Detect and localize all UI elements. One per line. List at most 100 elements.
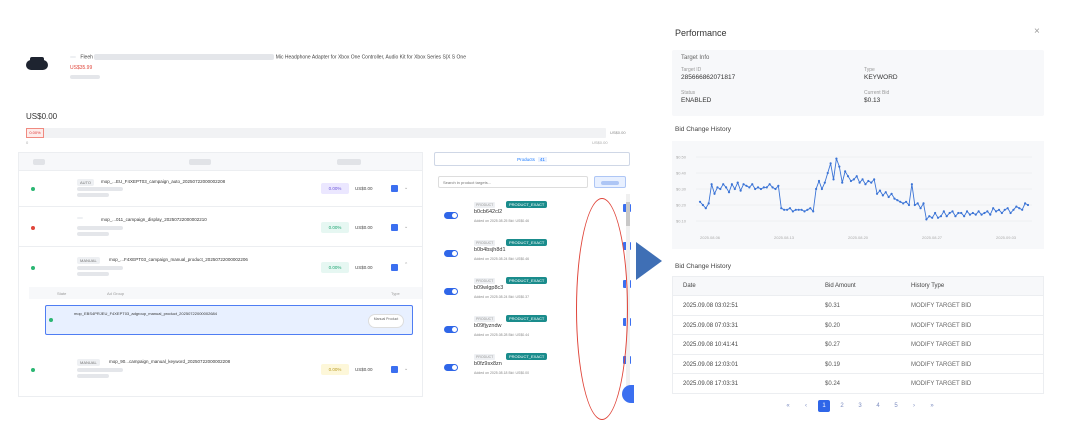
data-point	[1012, 208, 1015, 211]
data-point	[1006, 207, 1009, 210]
data-point	[704, 207, 707, 210]
status-dot	[31, 266, 35, 270]
prev-page-button[interactable]: ‹	[800, 400, 812, 412]
product-meta	[70, 74, 100, 79]
edit-icon[interactable]	[391, 366, 398, 373]
data-point	[907, 203, 911, 207]
campaign-name[interactable]: mop_90...campaign_manual_keyword_2025072…	[109, 359, 230, 364]
target-toggle[interactable]	[444, 250, 458, 257]
bid-value: US$0.00	[355, 186, 373, 191]
scrollbar-thumb[interactable]	[626, 202, 630, 226]
page-button[interactable]: 5	[890, 400, 902, 412]
data-point	[936, 216, 940, 219]
ad-group-row[interactable]: mop_EBS4PRJEU_F4XEPT03_adgroup_manual_pr…	[45, 305, 413, 335]
campaign-row[interactable]: MANUAL mop_90...campaign_manual_keyword_…	[19, 349, 422, 389]
data-point	[852, 178, 855, 181]
data-point	[931, 216, 934, 219]
campaign-row[interactable]: mop_...011_campaign_display_202507220000…	[19, 207, 422, 247]
data-point	[826, 171, 829, 175]
edit-icon[interactable]	[391, 264, 398, 271]
target-toggle[interactable]	[444, 212, 458, 219]
col-type: Type	[391, 291, 400, 296]
data-point	[942, 210, 945, 213]
status-value: ENABLED	[681, 97, 712, 104]
target-id-label: Target ID	[681, 67, 702, 73]
close-icon[interactable]: ×	[1034, 26, 1040, 37]
data-point	[951, 210, 954, 213]
target-toggle[interactable]	[444, 326, 458, 333]
campaign-sub	[77, 232, 109, 237]
campaign-sub	[77, 226, 123, 231]
y-tick-label: $0.20	[676, 203, 687, 208]
last-page-button[interactable]: »	[926, 400, 938, 412]
x-tick-label: 2025.08.20	[848, 235, 869, 240]
data-point	[1003, 208, 1006, 211]
chevron-up-icon[interactable]: ⌃	[404, 262, 408, 268]
data-point	[762, 186, 765, 189]
page-button[interactable]: 2	[836, 400, 848, 412]
manual-product-button[interactable]: Manual Product	[368, 314, 404, 328]
data-point	[701, 203, 705, 207]
row-type: MODIFY TARGET BID	[911, 322, 972, 329]
data-point	[846, 175, 850, 178]
campaign-screen: Fleeh Mic Headphone Adapter for Xbox One…	[18, 40, 640, 410]
product-price: US$35.99	[70, 65, 96, 71]
campaign-sub	[77, 193, 109, 198]
edit-icon[interactable]	[391, 224, 398, 231]
campaign-name[interactable]: mop_...F4XEPT03_campaign_manual_product_…	[109, 257, 248, 262]
page-button[interactable]: 1	[818, 400, 830, 412]
history-table: Date Bid Amount History Type 2025.09.08 …	[672, 276, 1044, 394]
chevron-down-icon[interactable]: ⌄	[404, 185, 408, 191]
search-button[interactable]	[594, 176, 626, 188]
target-toggle[interactable]	[444, 364, 458, 371]
col-history-type: History Type	[911, 283, 945, 289]
data-point	[878, 189, 882, 192]
page-button[interactable]: 4	[872, 400, 884, 412]
target-search-input[interactable]	[438, 176, 588, 188]
ad-group-panel: State Ad Group Type mop_EBS4PRJEU_F4XEPT…	[29, 287, 422, 351]
row-type: MODIFY TARGET BID	[911, 303, 972, 309]
data-point	[730, 183, 734, 186]
data-point	[698, 200, 702, 203]
data-point	[849, 179, 853, 183]
campaign-name[interactable]: mop_...011_campaign_display_202507220000…	[101, 217, 207, 222]
target-id-value: 285666862071817	[681, 74, 736, 81]
target-added: Added on 2025.08.24 Bid: US$0.46	[474, 257, 530, 261]
data-point	[925, 218, 928, 221]
campaign-list: AUTO mop_...EU_F4XEPT03_campaign_auto_20…	[18, 152, 423, 397]
acos-badge: 0.00%	[321, 183, 349, 194]
campaign-row-expanded[interactable]: MANUAL mop_...F4XEPT03_campaign_manual_p…	[19, 247, 422, 287]
data-point	[913, 203, 916, 207]
data-point	[1009, 211, 1012, 215]
data-point	[992, 207, 995, 210]
edit-icon[interactable]	[391, 185, 398, 192]
chevron-down-icon[interactable]: ⌄	[404, 366, 408, 372]
x-tick-label: 2025.08.06	[700, 235, 721, 240]
data-point	[713, 192, 716, 195]
data-point	[803, 210, 806, 213]
target-chip: PRODUCT	[474, 202, 496, 208]
page-button[interactable]: 3	[854, 400, 866, 412]
status-dot	[31, 187, 35, 191]
data-point	[957, 211, 960, 215]
ad-group-header: State Ad Group Type	[29, 287, 422, 299]
next-page-button[interactable]: ›	[908, 400, 920, 412]
target-toggle[interactable]	[444, 288, 458, 295]
ad-group-name[interactable]: mop_EBS4PRJEU_F4XEPT03_adgroup_manual_pr…	[74, 311, 217, 316]
target-added: Added on 2025.08.24 Bid: US$0.37	[474, 295, 530, 299]
redacted-text	[94, 54, 275, 60]
product-title-prefix: Fleeh	[80, 54, 93, 61]
chevron-down-icon[interactable]: ⌄	[404, 224, 408, 230]
first-page-button[interactable]: «	[782, 400, 794, 412]
tab-products[interactable]: Products 41	[434, 152, 630, 166]
campaign-type: MANUAL	[77, 257, 100, 264]
campaign-row[interactable]: AUTO mop_...EU_F4XEPT03_campaign_auto_20…	[19, 171, 422, 207]
campaign-name[interactable]: mop_...EU_F4XEPT03_campaign_auto_2025072…	[101, 179, 225, 184]
x-tick-label: 2025.08.27	[922, 235, 943, 240]
target-info-header: Target Info	[681, 55, 710, 61]
match-badge: PRODUCT_EXACT	[506, 353, 548, 360]
data-point	[884, 191, 887, 194]
status-dot	[31, 368, 35, 372]
floating-button[interactable]	[622, 385, 634, 403]
data-point	[870, 181, 873, 184]
